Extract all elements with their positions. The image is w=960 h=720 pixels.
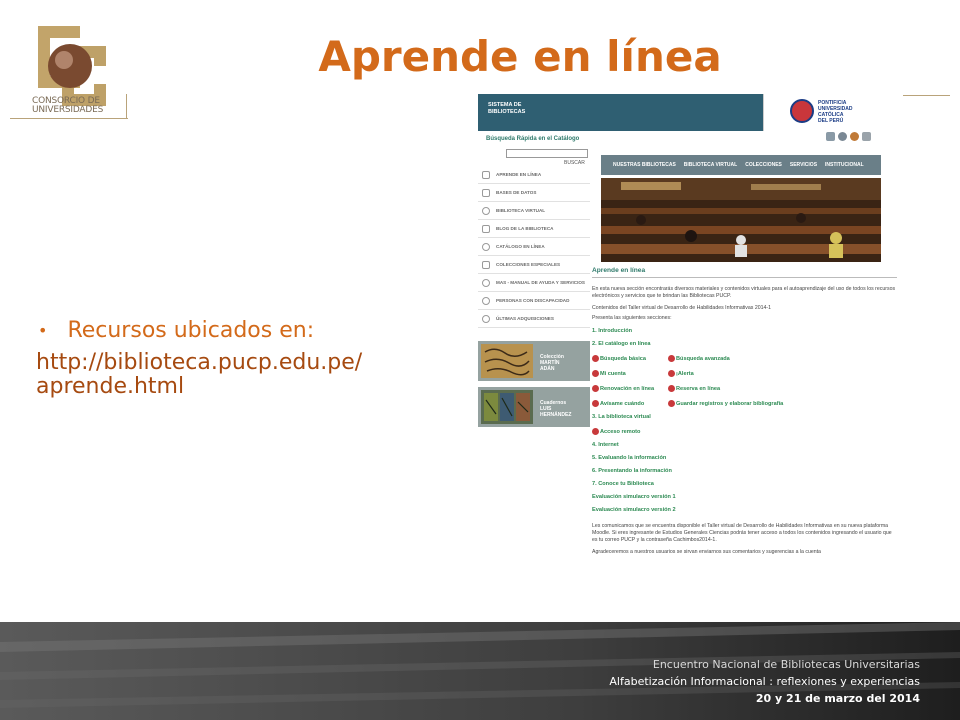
mail-icon[interactable]	[862, 132, 871, 141]
nav-colecciones[interactable]: COLECCIONES	[745, 162, 782, 168]
website-screenshot: SISTEMA DE BIBLIOTECAS PONTIFICIA UNIVER…	[478, 94, 903, 615]
link-row: Avísame cuándo Guardar registros y elabo…	[592, 400, 897, 408]
content-paragraph: Les comunicamos que se encuentra disponi…	[592, 523, 892, 543]
link-row: Mi cuenta ¡Alerta	[592, 370, 897, 378]
header-divider-right	[900, 95, 950, 96]
content-intro: En esta nueva sección encontrarás divers…	[592, 286, 896, 299]
footer-event: Encuentro Nacional de Bibliotecas Univer…	[652, 658, 920, 671]
video-icon	[592, 400, 599, 408]
section-link[interactable]: Evaluación simulacro versión 2	[592, 507, 897, 513]
section-link[interactable]: 7. Conoce tu Biblioteca	[592, 481, 897, 487]
link-row: Búsqueda básica Búsqueda avanzada	[592, 355, 897, 363]
footer-date: 20 y 21 de marzo del 2014	[755, 692, 920, 705]
sub-link[interactable]: Avísame cuándo	[600, 401, 644, 407]
home-icon[interactable]	[826, 132, 835, 141]
section-link[interactable]: 6. Presentando la información	[592, 468, 897, 474]
bullet-text: Recursos ubicados en:	[67, 318, 315, 343]
info-icon	[482, 314, 490, 323]
sidebar-item-colecciones[interactable]: COLECCIONES ESPECIALES	[478, 256, 590, 274]
content-area: Aprende en línea En esta nueva sección e…	[592, 267, 897, 556]
sub-link[interactable]: Guardar registros y elaborar bibliografí…	[676, 401, 783, 407]
video-icon	[592, 370, 599, 378]
resource-url[interactable]: http://biblioteca.pucp.edu.pe/ aprende.h…	[36, 351, 456, 399]
clock-icon[interactable]	[838, 132, 847, 141]
promo-text: Cuadernos LUIS HERNÁNDEZ	[540, 400, 572, 418]
sub-link[interactable]: Acceso remoto	[600, 429, 640, 435]
header-icons	[826, 132, 871, 141]
section-link[interactable]: 1. Introducción	[592, 328, 897, 334]
search-label: Búsqueda Rápida en el Catálogo	[486, 136, 580, 142]
search-icon	[482, 242, 490, 251]
sidebar-item-blog[interactable]: BLOG DE LA BIBLIOTECA	[478, 220, 590, 238]
monitor-icon	[482, 170, 490, 179]
bullet-item: • Recursos ubicados en:	[36, 318, 456, 343]
logo-text: CONSORCIO DE UNIVERSIDADES	[32, 96, 104, 115]
video-icon	[668, 355, 675, 363]
section-link[interactable]: 2. El catálogo en línea	[592, 341, 897, 347]
pucp-seal-icon	[790, 99, 814, 123]
content-title: Aprende en línea	[592, 267, 897, 278]
promo-martin-adan[interactable]: Colección MARTÍN ADÁN	[478, 341, 590, 381]
reading-room-photo	[601, 178, 881, 262]
sidebar-item-adquisiciones[interactable]: ÚLTIMAS ADQUISICIONES	[478, 310, 590, 328]
sidebar-item-virtual[interactable]: BIBLIOTECA VIRTUAL	[478, 202, 590, 220]
video-icon	[668, 400, 675, 408]
sidebar-item-aprende[interactable]: APRENDE EN LÍNEA	[478, 166, 590, 184]
pucp-logo[interactable]: PONTIFICIA UNIVERSIDAD CATÓLICA DEL PERÚ	[763, 94, 903, 131]
sidebar-item-discapacidad[interactable]: PERSONAS CON DISCAPACIDAD	[478, 292, 590, 310]
video-icon	[592, 428, 599, 436]
content-paragraph: Contenidos del Taller virtual de Desarro…	[592, 305, 771, 312]
content-paragraph: Presenta las siguientes secciones:	[592, 314, 672, 321]
video-icon	[592, 355, 599, 363]
content-paragraph: Agradeceremos a nuestros usuarios se sir…	[592, 549, 821, 556]
bullet-dot-icon: •	[38, 321, 48, 340]
globe-icon	[482, 206, 490, 215]
video-icon	[592, 385, 599, 393]
sub-link[interactable]: Renovación en línea	[600, 386, 654, 392]
help-icon	[482, 278, 490, 287]
sub-link[interactable]: Reserva en línea	[676, 386, 720, 392]
link-row: Renovación en línea Reserva en línea	[592, 385, 897, 393]
notebook-image	[481, 390, 533, 424]
accessibility-icon	[482, 296, 490, 305]
video-icon	[668, 370, 675, 378]
header-divider-vertical	[126, 94, 127, 119]
promo-luis-hernandez[interactable]: Cuadernos LUIS HERNÁNDEZ	[478, 387, 590, 427]
blog-icon	[482, 224, 490, 233]
slide-footer: Encuentro Nacional de Bibliotecas Univer…	[0, 622, 960, 720]
catalog-search-input[interactable]	[506, 149, 588, 158]
section-link[interactable]: 3. La biblioteca virtual	[592, 414, 897, 420]
sidebar-item-catalogo[interactable]: CATÁLOGO EN LÍNEA	[478, 238, 590, 256]
footer-subtitle: Alfabetización Informacional : reflexion…	[609, 675, 920, 688]
section-link[interactable]: 4. Internet	[592, 442, 897, 448]
promo-text: Colección MARTÍN ADÁN	[540, 354, 564, 372]
user-icon[interactable]	[850, 132, 859, 141]
site-header: SISTEMA DE BIBLIOTECAS PONTIFICIA UNIVER…	[478, 94, 903, 131]
header-divider-left	[10, 118, 128, 119]
sidebar-item-bases[interactable]: BASES DE DATOS	[478, 184, 590, 202]
nav-institucional[interactable]: INSTITUCIONAL	[825, 162, 864, 168]
link-row: Acceso remoto	[592, 428, 897, 436]
bullet-block: • Recursos ubicados en: http://bibliotec…	[36, 318, 456, 399]
database-icon	[482, 188, 490, 197]
site-sidebar: APRENDE EN LÍNEA BASES DE DATOS BIBLIOTE…	[478, 166, 590, 328]
sidebar-item-manual[interactable]: MAS - MANUAL DE AYUDA Y SERVICIOS	[478, 274, 590, 292]
pucp-name: PONTIFICIA UNIVERSIDAD CATÓLICA DEL PERÚ	[818, 100, 853, 124]
star-icon	[482, 260, 490, 269]
nav-servicios[interactable]: SERVICIOS	[790, 162, 817, 168]
sub-link[interactable]: Búsqueda básica	[600, 356, 646, 362]
footer-text: Encuentro Nacional de Bibliotecas Univer…	[609, 658, 920, 705]
slide-title: Aprende en línea	[318, 32, 722, 81]
nav-bibliotecas[interactable]: NUESTRAS BIBLIOTECAS	[613, 162, 676, 168]
video-icon	[668, 385, 675, 393]
site-nav: NUESTRAS BIBLIOTECAS BIBLIOTECA VIRTUAL …	[601, 155, 881, 175]
sub-link[interactable]: Mi cuenta	[600, 371, 626, 377]
section-link[interactable]: Evaluación simulacro versión 1	[592, 494, 897, 500]
section-link[interactable]: 5. Evaluando la información	[592, 455, 897, 461]
sub-link[interactable]: ¡Alerta	[676, 371, 694, 377]
manuscript-image	[481, 344, 533, 378]
sub-link[interactable]: Búsqueda avanzada	[676, 356, 730, 362]
nav-virtual[interactable]: BIBLIOTECA VIRTUAL	[684, 162, 737, 168]
site-logo-text: SISTEMA DE BIBLIOTECAS	[488, 102, 526, 115]
